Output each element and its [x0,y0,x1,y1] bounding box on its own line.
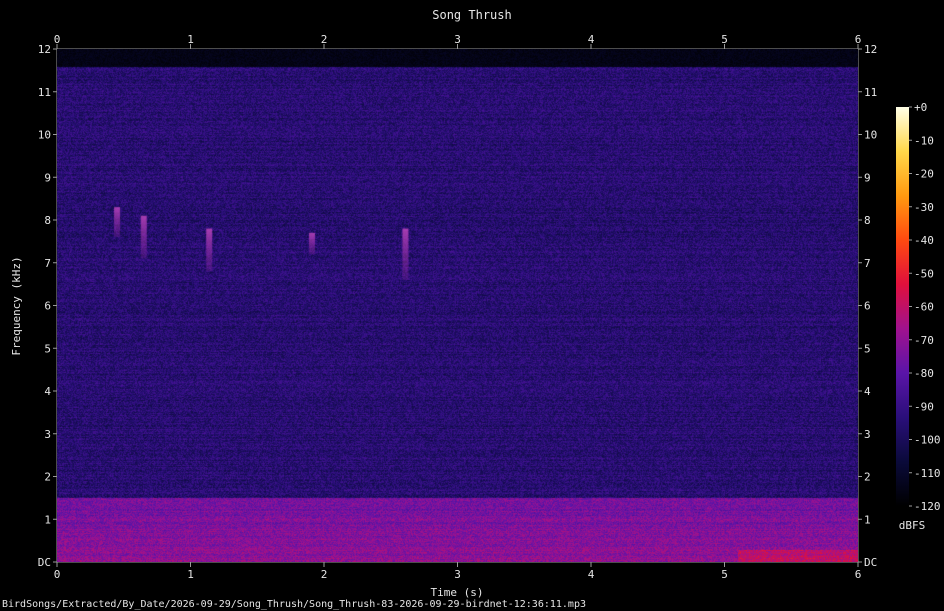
x-tick-label-top: 2 [321,33,328,46]
colorbar-tick-label: -70 [914,334,934,347]
colorbar-tick-label: -30 [914,201,934,214]
y-tick-label: 7 [44,257,51,270]
colorbar-tick-label: -10 [914,134,934,147]
colorbar-tick-label: -120 [914,500,941,513]
x-tick-label-top: 5 [721,33,728,46]
x-tick-label: 2 [321,568,328,581]
y-tick-label: 10 [38,129,51,142]
colorbar-tick-label: -80 [914,367,934,380]
colorbar-tick-label: -40 [914,234,934,247]
x-tick-label: 6 [855,568,862,581]
y-tick-label: 1 [44,513,51,526]
y-tick-label: DC [38,556,51,569]
spectrogram-plot-area [57,49,858,562]
y-tick-label-right: 3 [864,428,871,441]
y-tick-label-right: 11 [864,86,877,99]
colorbar-tick-label: -100 [914,434,941,447]
source-filename: BirdSongs/Extracted/By_Date/2026-09-29/S… [2,599,586,610]
colorbar: +0 -10 -20 -30 -40 -50 -60 -70 -80 -90 -100 -110 -12… [896,101,941,513]
colorbar-tick-label: -60 [914,301,934,314]
x-tick-label: 1 [187,568,194,581]
y-tick-label: 6 [44,300,51,313]
y-tick-label-right: 6 [864,300,871,313]
x-tick-label-top: 3 [454,33,461,46]
colorbar-tick-label: -20 [914,168,934,181]
x-tick-label: 5 [721,568,728,581]
y-tick-label-right: 9 [864,171,871,184]
y-tick-label: 11 [38,86,51,99]
x-tick-label-top: 0 [54,33,61,46]
colorbar-label: dBFS [899,519,926,532]
x-tick-label-top: 6 [855,33,862,46]
y-tick-label: 4 [44,385,51,398]
colorbar-tick-label: -90 [914,400,934,413]
y-tick-label: 8 [44,214,51,227]
x-tick-label-top: 1 [187,33,194,46]
y-tick-label-right: DC [864,556,877,569]
y-tick-label-right: 5 [864,342,871,355]
colorbar-tick-label: -50 [914,267,934,280]
x-tick-label: 4 [588,568,595,581]
colorbar-tick-label: +0 [914,101,927,114]
spectrogram-view: Song Thrush Time (s) Frequency (kHz) dBF… [0,0,944,611]
x-tick-label: 3 [454,568,461,581]
y-tick-label-right: 8 [864,214,871,227]
y-tick-label: 3 [44,428,51,441]
x-axis-label: Time (s) [431,586,484,599]
y-tick-label-right: 12 [864,43,877,56]
x-tick-label-top: 4 [588,33,595,46]
y-tick-label-right: 4 [864,385,871,398]
chart-title: Song Thrush [432,8,511,22]
x-tick-label: 0 [54,568,61,581]
y-tick-label: 12 [38,43,51,56]
y-tick-label: 5 [44,342,51,355]
y-tick-label-right: 10 [864,129,877,142]
y-axis-label: Frequency (kHz) [10,256,23,355]
y-tick-label-right: 2 [864,471,871,484]
y-tick-label: 2 [44,471,51,484]
y-tick-label: 9 [44,171,51,184]
y-tick-label-right: 7 [864,257,871,270]
y-tick-label-right: 1 [864,513,871,526]
colorbar-strip [896,107,909,506]
colorbar-tick-label: -110 [914,467,941,480]
